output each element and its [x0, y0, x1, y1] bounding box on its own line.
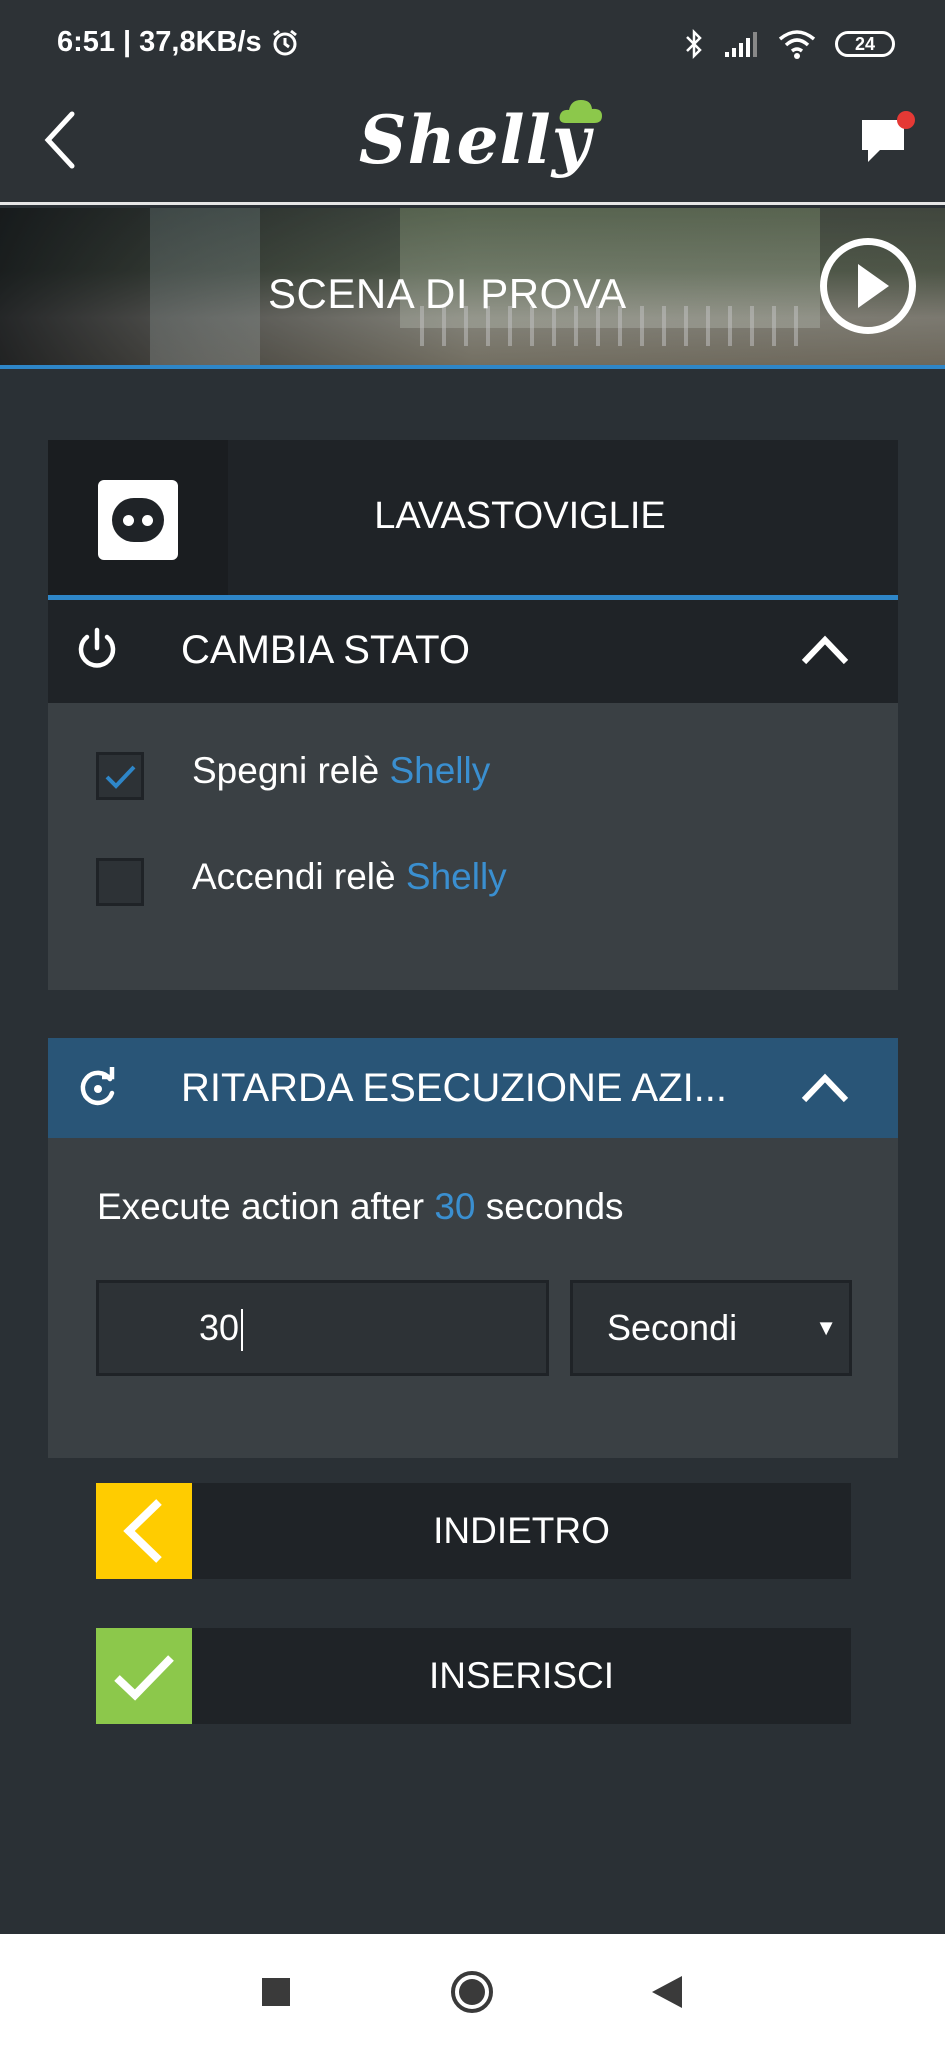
bluetooth-icon: [686, 28, 702, 60]
power-icon: [78, 627, 116, 668]
status-network-speed: 37,8KB/s: [139, 26, 262, 58]
change-state-title: CAMBIA STATO: [181, 628, 470, 672]
checkbox-turn-on[interactable]: [96, 858, 144, 906]
play-scene-button[interactable]: [820, 238, 916, 334]
insert-action-icon-cell: [96, 1628, 192, 1724]
banner-divider: [0, 365, 945, 369]
delay-text-prefix: Execute action after: [97, 1186, 425, 1227]
home-button[interactable]: [450, 1970, 494, 2014]
play-icon: [858, 264, 889, 308]
checkmark-icon: [114, 1655, 174, 1701]
dropdown-arrow-icon: ▼: [815, 1315, 837, 1340]
label-turn-on-text: Accendi relè: [192, 856, 396, 897]
change-state-header[interactable]: CAMBIA STATO: [48, 600, 898, 703]
back-action-icon-cell: [96, 1483, 192, 1579]
chat-notification-button[interactable]: [858, 108, 918, 168]
delay-header[interactable]: RITARDA ESECUZIONE AZI...: [48, 1038, 898, 1138]
status-right: 24: [683, 28, 895, 60]
recent-apps-button[interactable]: [262, 1978, 290, 2006]
socket-shape: [112, 498, 164, 542]
chat-notification-icon: [862, 111, 915, 162]
back-action-button[interactable]: INDIETRO: [96, 1483, 851, 1579]
delay-text-suffix: seconds: [485, 1186, 624, 1227]
delay-amount-value: 30: [199, 1307, 240, 1348]
checkbox-turn-off[interactable]: [96, 752, 144, 800]
delay-unit-select[interactable]: Secondi ▼: [570, 1280, 852, 1376]
back-button[interactable]: [30, 100, 90, 180]
scene-title: SCENA DI PROVA: [268, 270, 627, 317]
chevron-up-icon: [801, 1073, 849, 1103]
delay-description: Execute action after 30 seconds: [97, 1186, 624, 1228]
triangle-back-icon: [652, 1976, 682, 2008]
status-separator: |: [123, 26, 132, 58]
logo-text: Shelly: [358, 101, 592, 179]
text-caret: [241, 1309, 244, 1352]
label-turn-off[interactable]: Spegni relè Shelly: [192, 750, 490, 792]
label-turn-off-text: Spegni relè: [192, 750, 380, 791]
insert-action-button[interactable]: INSERISCI: [96, 1628, 851, 1724]
system-back-button[interactable]: [650, 1974, 684, 2010]
chevron-left-icon: [123, 1499, 162, 1563]
wifi-icon: [778, 30, 816, 59]
back-action-label: INDIETRO: [433, 1510, 610, 1551]
label-turn-on[interactable]: Accendi relè Shelly: [192, 856, 507, 898]
label-turn-off-brand: Shelly: [389, 750, 491, 791]
status-left: 6:51 | 37,8KB/s: [57, 26, 300, 59]
back-arrow-icon: [44, 111, 75, 169]
chevron-up-icon: [801, 635, 849, 665]
delay-amount-input[interactable]: 30: [96, 1280, 549, 1376]
status-time: 6:51: [57, 26, 116, 58]
socket-icon: [98, 480, 178, 560]
socket-hole-left: [123, 515, 134, 526]
alarm-icon: [272, 29, 297, 55]
battery-icon: 24: [835, 31, 895, 57]
delay-unit-value: Secondi: [607, 1307, 738, 1348]
battery-level: 24: [854, 33, 876, 54]
insert-action-label: INSERISCI: [428, 1655, 615, 1696]
shelly-logo: Shelly: [340, 95, 610, 185]
checkmark-icon: [105, 765, 136, 789]
device-name: LAVASTOVIGLIE: [374, 495, 666, 537]
home-circle-icon: [451, 1971, 493, 2013]
delay-text-value: 30: [434, 1186, 476, 1227]
change-state-body: [48, 703, 898, 990]
signal-icon: [725, 32, 757, 57]
socket-hole-right: [142, 515, 153, 526]
label-turn-on-brand: Shelly: [405, 856, 507, 897]
timer-refresh-icon: [80, 1067, 115, 1106]
delay-title: RITARDA ESECUZIONE AZI...: [181, 1066, 728, 1110]
